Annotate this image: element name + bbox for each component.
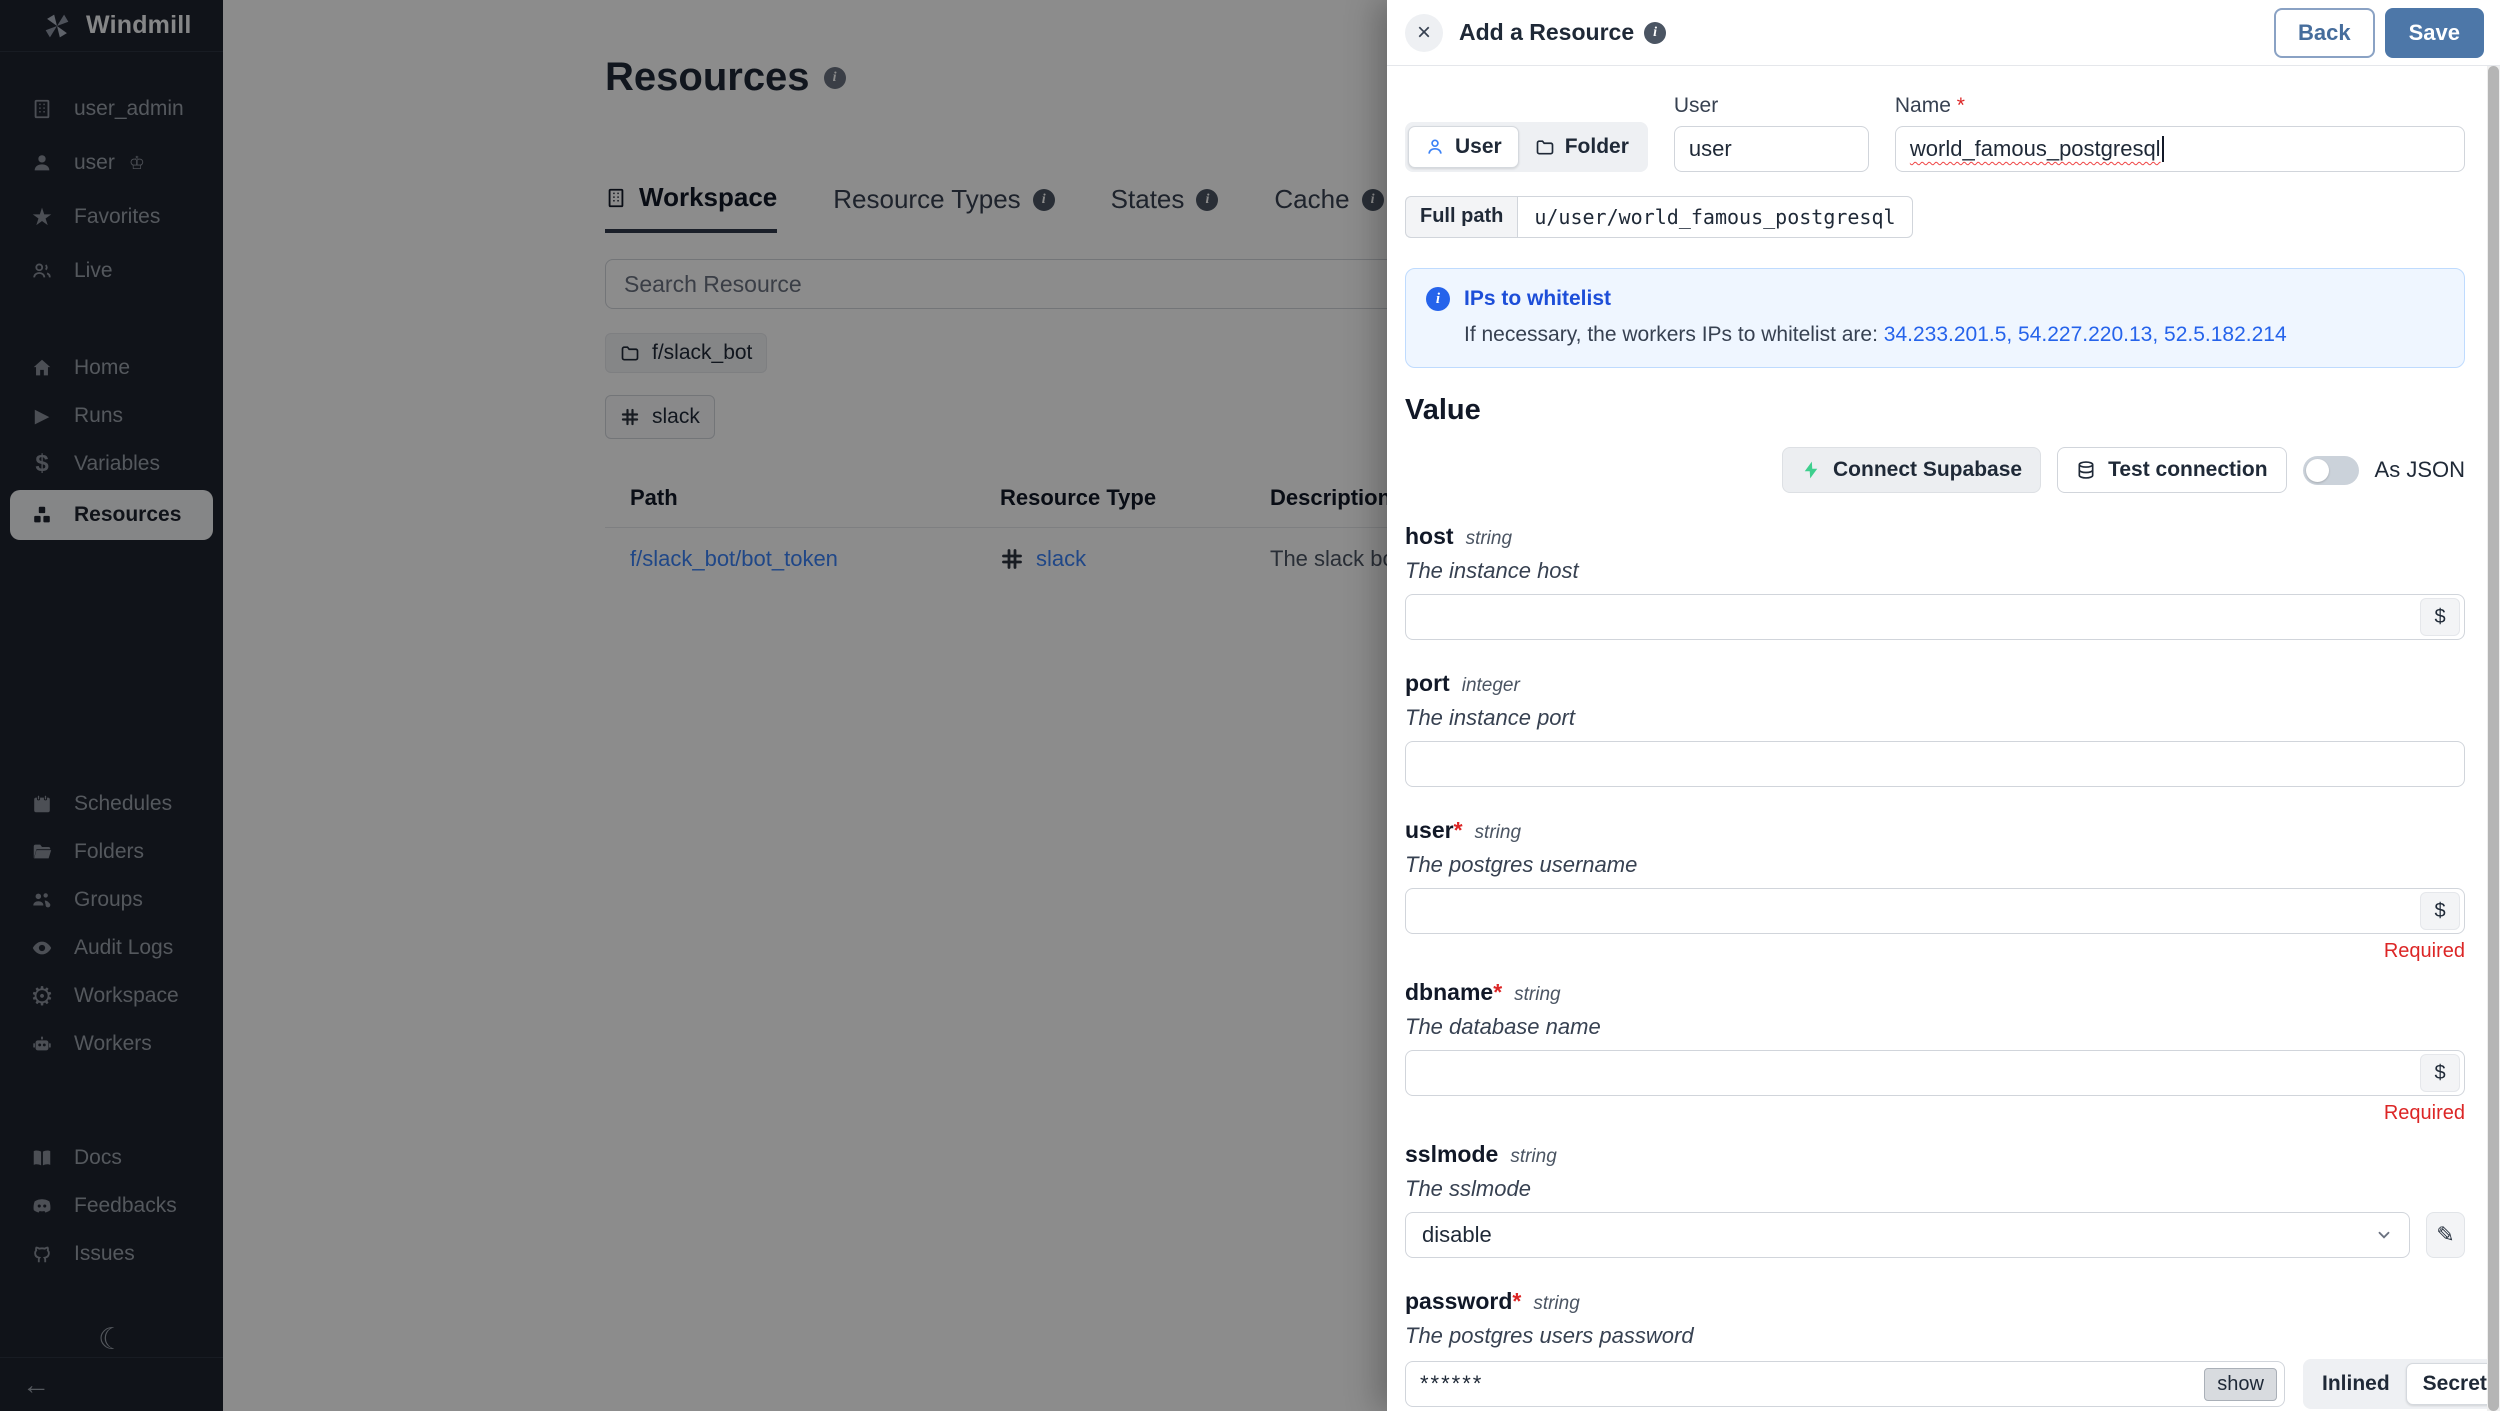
insert-variable-button[interactable]: $ <box>2420 1054 2460 1092</box>
modal-overlay[interactable] <box>0 0 1387 1411</box>
field-sslmode: sslmode string The sslmode disable <box>1405 1141 2465 1258</box>
drawer-title: Add a Resource <box>1459 19 1634 46</box>
required-hint: Required <box>1405 940 2465 963</box>
edit-sslmode-button[interactable]: ✎ <box>2426 1212 2465 1258</box>
owner-kind-folder[interactable]: Folder <box>1519 127 1645 167</box>
field-host: host string The instance host $ <box>1405 523 2465 640</box>
sslmode-selected-value: disable <box>1422 1222 1492 1248</box>
value-section-title: Value <box>1405 394 2465 427</box>
required-hint: Required <box>1405 1102 2465 1125</box>
owner-kind-folder-label: Folder <box>1565 135 1629 159</box>
password-input[interactable] <box>1405 1361 2285 1407</box>
drawer-body: User Folder User <box>1387 66 2500 1411</box>
name-field-input[interactable]: world_famous_postgresql <box>1895 126 2465 172</box>
text-caret <box>2162 136 2164 162</box>
connect-supabase-button[interactable]: Connect Supabase <box>1782 447 2041 493</box>
info-icon: i <box>1426 287 1450 311</box>
required-asterisk: * <box>1957 94 1965 117</box>
sslmode-select[interactable]: disable <box>1405 1212 2410 1258</box>
field-dbname: dbname* string The database name $ Requi… <box>1405 979 2465 1125</box>
user-field-input[interactable] <box>1674 126 1869 172</box>
field-user: user* string The postgres username $ Req… <box>1405 817 2465 963</box>
close-icon: × <box>1417 19 1431 47</box>
dbname-input[interactable] <box>1405 1050 2465 1096</box>
owner-kind-user[interactable]: User <box>1408 126 1519 168</box>
drawer-scrollbar[interactable] <box>2487 66 2500 1411</box>
as-json-toggle[interactable] <box>2303 456 2359 485</box>
pencil-icon: ✎ <box>2436 1222 2454 1247</box>
save-button[interactable]: Save <box>2385 8 2484 58</box>
show-password-button[interactable]: show <box>2204 1368 2277 1401</box>
database-icon <box>2076 460 2096 480</box>
full-path-label: Full path <box>1405 196 1517 238</box>
required-asterisk: * <box>1454 817 1463 843</box>
user-input[interactable] <box>1405 888 2465 934</box>
drawer-header: × Add a Resource i Back Save <box>1387 0 2500 66</box>
back-button[interactable]: Back <box>2274 8 2375 58</box>
add-resource-drawer: × Add a Resource i Back Save User <box>1387 0 2500 1411</box>
full-path: Full path u/user/world_famous_postgresql <box>1405 196 1913 238</box>
full-path-value: u/user/world_famous_postgresql <box>1517 196 1912 238</box>
password-mode-inlined[interactable]: Inlined <box>2306 1364 2406 1404</box>
required-asterisk: * <box>1493 979 1502 1005</box>
lightning-icon <box>1801 460 1821 480</box>
user-icon <box>1425 137 1445 157</box>
app: Windmill user_admin user <box>0 0 2500 1411</box>
folder-icon <box>1535 137 1555 157</box>
name-field-label: Name * <box>1895 94 2465 118</box>
ips-whitelist-infobox: i IPs to whitelist If necessary, the wor… <box>1405 268 2465 368</box>
field-port: port integer The instance port <box>1405 670 2465 787</box>
close-drawer-button[interactable]: × <box>1405 14 1443 52</box>
infobox-body: If necessary, the workers IPs to whiteli… <box>1464 323 2444 347</box>
owner-kind-toggle: User Folder <box>1405 122 1648 172</box>
whitelist-ips: 34.233.201.5, 54.227.220.13, 52.5.182.21… <box>1884 323 2287 346</box>
port-input[interactable] <box>1405 741 2465 787</box>
test-connection-button[interactable]: Test connection <box>2057 447 2286 493</box>
as-json-label: As JSON <box>2375 457 2465 483</box>
required-asterisk: * <box>1512 1288 1521 1314</box>
host-input[interactable] <box>1405 594 2465 640</box>
field-password: password* string The postgres users pass… <box>1405 1288 2465 1411</box>
chevron-down-icon <box>2375 1226 2393 1244</box>
info-icon: i <box>1644 22 1666 44</box>
insert-variable-button[interactable]: $ <box>2420 892 2460 930</box>
user-field-label: User <box>1674 94 1869 118</box>
insert-variable-button[interactable]: $ <box>2420 598 2460 636</box>
owner-kind-user-label: User <box>1455 135 1502 159</box>
password-mode-secret[interactable]: Secret <box>2406 1363 2500 1405</box>
infobox-title: IPs to whitelist <box>1464 287 1611 311</box>
password-mode-toggle: Inlined Secret <box>2303 1359 2500 1409</box>
